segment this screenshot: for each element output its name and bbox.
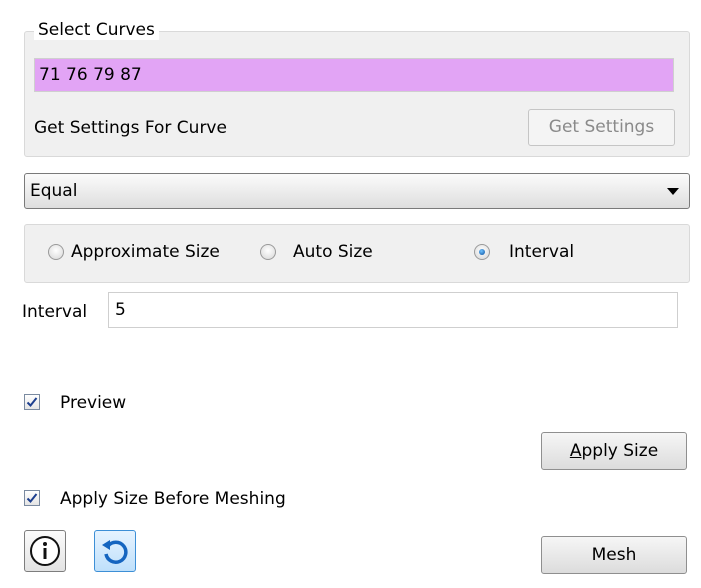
- interval-radio-label: Interval: [509, 242, 575, 262]
- apply-before-meshing-checkbox[interactable]: [24, 490, 40, 506]
- auto-size-label: Auto Size: [293, 242, 373, 262]
- apply-before-meshing-label: Apply Size Before Meshing: [60, 489, 286, 509]
- mesh-button[interactable]: Mesh: [541, 536, 687, 574]
- info-button[interactable]: [24, 530, 66, 572]
- apply-size-label: pply Size: [581, 441, 659, 461]
- reset-button[interactable]: [94, 530, 136, 572]
- checkmark-icon: [26, 493, 38, 503]
- curves-input[interactable]: 71 76 79 87: [34, 58, 674, 92]
- interval-label: Interval: [22, 302, 88, 322]
- scheme-dropdown[interactable]: Equal: [24, 173, 690, 209]
- scheme-selected-value: Equal: [30, 181, 78, 201]
- info-icon: [30, 536, 60, 566]
- auto-size-radio[interactable]: [260, 244, 276, 260]
- interval-input[interactable]: 5: [108, 292, 678, 328]
- radio-selected-dot: [479, 249, 485, 255]
- preview-label: Preview: [60, 393, 127, 413]
- approximate-size-label: Approximate Size: [71, 242, 220, 262]
- get-settings-label: Get Settings For Curve: [34, 118, 227, 138]
- checkmark-icon: [26, 397, 38, 407]
- chevron-down-icon: [667, 188, 679, 195]
- preview-checkbox[interactable]: [24, 394, 40, 410]
- get-settings-button[interactable]: Get Settings: [528, 109, 675, 146]
- reset-icon: [102, 540, 128, 564]
- apply-size-mnemonic: A: [569, 441, 582, 461]
- interval-radio[interactable]: [474, 244, 490, 260]
- apply-size-button[interactable]: Apply Size: [541, 432, 687, 470]
- approximate-size-radio[interactable]: [48, 244, 64, 260]
- select-curves-title: Select Curves: [34, 20, 159, 40]
